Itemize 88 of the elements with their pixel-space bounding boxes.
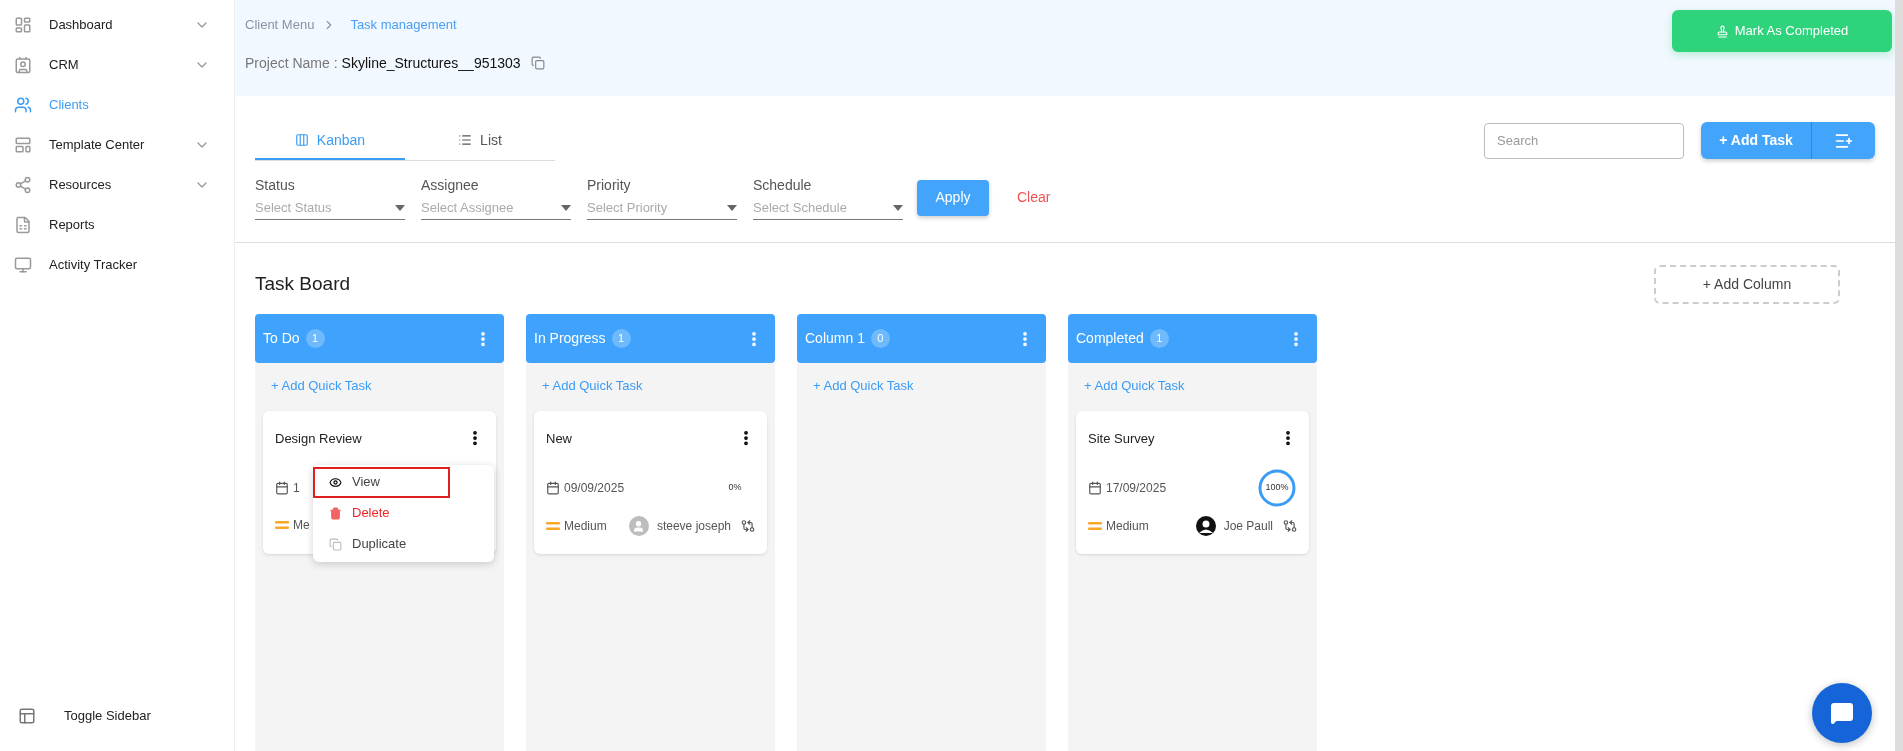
- count-badge: 1: [611, 329, 631, 348]
- network-icon: [14, 176, 32, 194]
- sidebar-item[interactable]: Reports: [0, 205, 234, 245]
- sidebar-item[interactable]: Activity Tracker: [0, 245, 234, 285]
- filter-label: Schedule: [753, 176, 813, 195]
- progress-text: 0%: [728, 481, 742, 495]
- task-card[interactable]: Site Survey 17/09/2025 100% Medium Joe Paull: [1076, 410, 1309, 554]
- avatar: [628, 516, 649, 536]
- task-card[interactable]: New 09/09/2025 0% Medium steeve joseph: [534, 410, 767, 554]
- contact-icon: [14, 56, 32, 74]
- column-title: To Do: [263, 329, 300, 348]
- filter-dropdown[interactable]: Select Status: [255, 196, 405, 220]
- sidebar-item[interactable]: CRM: [0, 45, 234, 85]
- view-tab[interactable]: Kanban: [255, 122, 405, 160]
- due-date: 17/09/2025: [1106, 480, 1167, 497]
- due-date: 1: [293, 480, 300, 497]
- dependency-icon[interactable]: [1283, 519, 1297, 533]
- chat-button[interactable]: [1812, 683, 1872, 743]
- calendar-icon: [275, 481, 289, 495]
- column-title: Completed: [1076, 329, 1144, 348]
- list-icon: [458, 133, 473, 147]
- assignee-name: steeve joseph: [656, 518, 731, 535]
- count-badge: 1: [305, 329, 325, 348]
- stamp-icon: [1715, 24, 1729, 38]
- eye-icon: [329, 475, 342, 489]
- users-icon: [14, 96, 32, 114]
- task-title: Design Review: [275, 429, 362, 448]
- apply-button[interactable]: Apply: [917, 179, 989, 216]
- avatar: [1195, 516, 1216, 536]
- calendar-icon: [546, 481, 560, 495]
- sidebar-item[interactable]: Dashboard: [0, 5, 234, 45]
- priority-label: Medium: [564, 518, 607, 535]
- menu-item[interactable]: Delete: [313, 497, 494, 529]
- add-quick-task-link[interactable]: + Add Quick Task: [271, 376, 372, 396]
- add-quick-task-link[interactable]: + Add Quick Task: [813, 376, 914, 396]
- add-column-button[interactable]: + Add Column: [1654, 265, 1840, 304]
- trash-icon: [329, 506, 342, 520]
- chat-icon: [1830, 701, 1854, 725]
- breadcrumb-link[interactable]: Client Menu: [245, 15, 315, 35]
- filter-label: Priority: [587, 176, 632, 195]
- project-name: Skyline_Structures__951303: [341, 53, 521, 73]
- breadcrumb-current: Task management: [350, 16, 457, 34]
- copy-icon: [329, 537, 342, 551]
- filter-dropdown[interactable]: Select Priority: [587, 196, 737, 220]
- sidebar-item[interactable]: Template Center: [0, 125, 234, 165]
- add-task-button[interactable]: + Add Task: [1701, 122, 1812, 159]
- project-label: Project Name :: [245, 53, 338, 73]
- priority-icon: [546, 521, 560, 531]
- column-title: Column 1: [805, 329, 865, 348]
- progress-text: 100%: [1265, 481, 1289, 495]
- priority-icon: [1088, 521, 1102, 531]
- filter-label: Status: [255, 176, 296, 195]
- filter-dropdown[interactable]: Select Assignee: [421, 196, 571, 220]
- columns-icon: [294, 133, 309, 147]
- priority-label: Me: [293, 517, 310, 534]
- caret-icon: [727, 204, 737, 211]
- dashboard-icon: [14, 16, 32, 34]
- board-title: Task Board: [255, 272, 351, 297]
- task-title: Site Survey: [1088, 429, 1155, 448]
- priority-icon: [275, 520, 289, 530]
- priority-label: Medium: [1106, 518, 1149, 535]
- sidebar-item[interactable]: Clients: [0, 85, 234, 125]
- add-quick-task-link[interactable]: + Add Quick Task: [1084, 376, 1185, 396]
- add-quick-task-link[interactable]: + Add Quick Task: [542, 376, 643, 396]
- filter-dropdown[interactable]: Select Schedule: [753, 196, 903, 220]
- task-title: New: [546, 429, 572, 448]
- toggle-sidebar-button[interactable]: Toggle Sidebar: [0, 696, 234, 736]
- caret-icon: [395, 204, 405, 211]
- caret-icon: [893, 204, 903, 211]
- caret-icon: [561, 204, 571, 211]
- copy-icon[interactable]: [530, 56, 545, 70]
- view-tab[interactable]: List: [405, 122, 555, 160]
- sidebar-item[interactable]: Resources: [0, 165, 234, 205]
- menu-item[interactable]: View: [313, 466, 450, 498]
- layout-icon: [18, 707, 36, 725]
- spreadsheet-icon: [14, 216, 32, 234]
- clear-button[interactable]: Clear: [1017, 187, 1051, 208]
- count-badge: 0: [870, 329, 890, 348]
- template-icon: [14, 136, 32, 154]
- column-title: In Progress: [534, 329, 606, 348]
- monitor-icon: [14, 256, 32, 274]
- due-date: 09/09/2025: [564, 480, 625, 497]
- calendar-icon: [1088, 481, 1102, 495]
- dependency-icon[interactable]: [741, 519, 755, 533]
- assignee-name: Joe Paull: [1223, 518, 1273, 535]
- count-badge: 1: [1149, 329, 1169, 348]
- search-field[interactable]: Search: [1484, 122, 1684, 159]
- filter-label: Assignee: [421, 176, 480, 195]
